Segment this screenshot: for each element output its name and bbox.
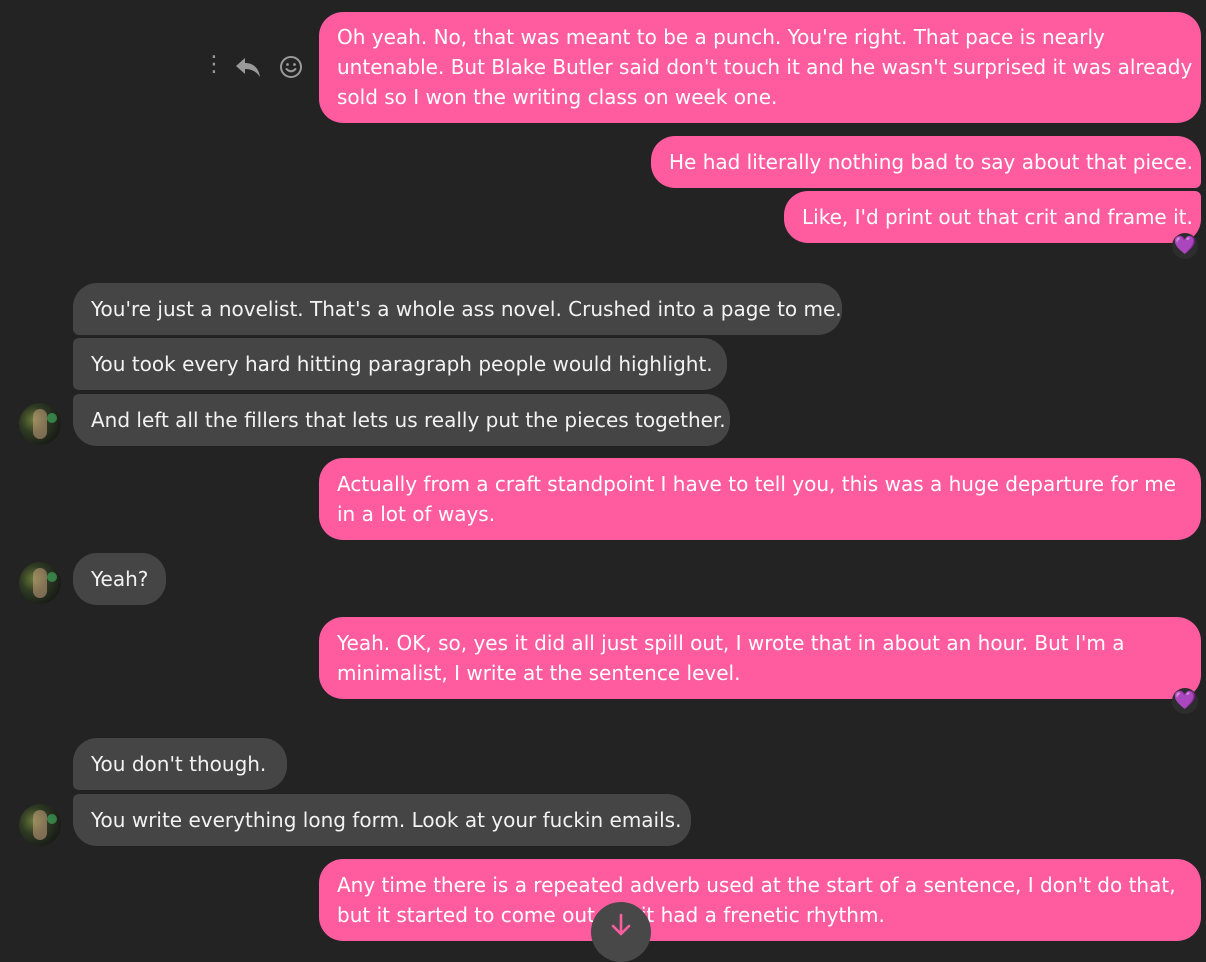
message-incoming[interactable]: You took every hard hitting paragraph pe…	[73, 338, 727, 390]
message-line: Oh yeah. No, that was meant to be a punc…	[337, 25, 1105, 49]
message-line: in a lot of ways.	[337, 502, 496, 526]
message-line: You took every hard hitting paragraph pe…	[91, 352, 713, 376]
message-outgoing[interactable]: Like, I'd print out that crit and frame …	[784, 191, 1201, 243]
message-line: Actually from a craft standpoint I have …	[337, 472, 1177, 496]
heart-reaction-glyph: 💜	[1173, 235, 1197, 256]
message-fragment: but it started to come out	[337, 903, 595, 927]
message-outgoing[interactable]: Any time there is a repeated adverb used…	[319, 859, 1201, 941]
message-outgoing[interactable]: He had literally nothing bad to say abou…	[651, 136, 1201, 188]
react-smiley-icon[interactable]	[279, 55, 303, 83]
message-outgoing[interactable]: Actually from a craft standpoint I have …	[319, 458, 1201, 540]
heart-reaction-glyph: 💜	[1173, 690, 1197, 711]
more-options-icon[interactable]: ⋮	[203, 54, 225, 76]
arrow-down-icon	[611, 913, 631, 936]
message-line: but it started to come out it had a frene…	[337, 900, 1183, 930]
scroll-to-bottom-button[interactable]	[591, 902, 651, 962]
message-line: Any time there is a repeated adverb used…	[337, 873, 1176, 897]
message-outgoing[interactable]: Oh yeah. No, that was meant to be a punc…	[319, 12, 1201, 123]
heart-reaction-icon[interactable]: 💜	[1172, 233, 1198, 259]
message-incoming[interactable]: Yeah?	[73, 553, 166, 605]
message-outgoing[interactable]: Yeah. OK, so, yes it did all just spill …	[319, 617, 1201, 699]
heart-reaction-icon[interactable]: 💜	[1172, 688, 1198, 714]
message-line: And left all the fillers that lets us re…	[91, 408, 726, 432]
contact-avatar[interactable]	[19, 562, 61, 604]
message-line: Like, I'd print out that crit and frame …	[802, 205, 1193, 229]
message-line: minimalist, I write at the sentence leve…	[337, 661, 741, 685]
contact-avatar[interactable]	[19, 804, 61, 846]
message-line: You don't though.	[91, 752, 267, 776]
message-line: He had literally nothing bad to say abou…	[669, 150, 1194, 174]
message-incoming[interactable]: You're just a novelist. That's a whole a…	[73, 283, 842, 335]
message-line: Yeah?	[91, 567, 149, 591]
message-incoming[interactable]: You write everything long form. Look at …	[73, 794, 691, 846]
message-line: sold so I won the writing class on week …	[337, 85, 778, 109]
message-line: You write everything long form. Look at …	[91, 808, 682, 832]
message-incoming[interactable]: And left all the fillers that lets us re…	[73, 394, 730, 446]
message-line: Yeah. OK, so, yes it did all just spill …	[337, 631, 1125, 655]
message-line: untenable. But Blake Butler said don't t…	[337, 55, 1193, 79]
message-incoming[interactable]: You don't though.	[73, 738, 287, 790]
reply-icon[interactable]	[234, 54, 262, 84]
message-fragment: it had a frenetic rhythm.	[640, 903, 885, 927]
message-line: You're just a novelist. That's a whole a…	[91, 297, 842, 321]
contact-avatar[interactable]	[19, 403, 61, 445]
